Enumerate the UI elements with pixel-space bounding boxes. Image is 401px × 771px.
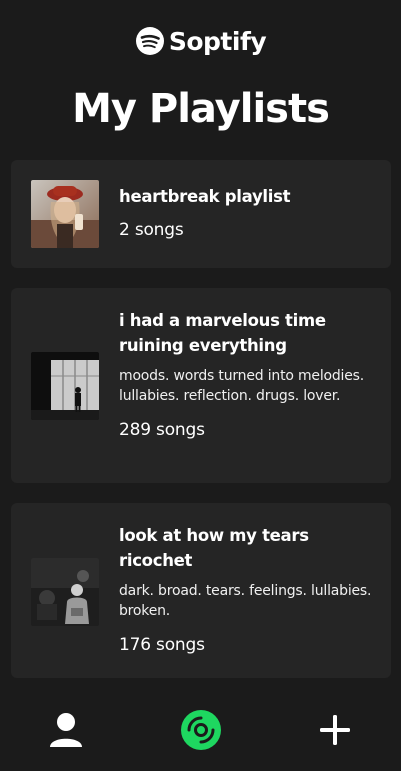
red-hat-portrait-cover (31, 180, 99, 248)
page-title: My Playlists (72, 86, 330, 132)
app-header: Soptify (0, 22, 401, 60)
silhouette-window-cover (31, 352, 99, 420)
vinyl-disc-icon (181, 710, 221, 750)
nav-profile-button[interactable] (44, 708, 88, 752)
playlist-title: i had a marvelous time ruining everythin… (119, 311, 326, 355)
spotify-logo-icon (135, 27, 164, 55)
playlist-description: moods. words turned into melodies. lulla… (119, 368, 365, 404)
playlist-cover-image (31, 352, 99, 420)
bottom-nav (0, 690, 401, 771)
nav-add-button[interactable] (313, 708, 357, 752)
playlist-song-count: 289 songs (119, 420, 205, 440)
dark-studio-cover (31, 558, 99, 626)
playlist-info: i had a marvelous time ruining everythin… (119, 308, 375, 442)
playlist-cover-image (31, 558, 99, 626)
user-icon (50, 713, 82, 747)
playlist-info: look at how my tears ricochet dark. broa… (119, 523, 375, 657)
playlist-title: heartbreak playlist (119, 187, 291, 206)
playlist-card[interactable]: look at how my tears ricochet dark. broa… (11, 503, 391, 678)
nav-playlists-button[interactable] (179, 708, 223, 752)
playlist-song-count: 2 songs (119, 220, 184, 240)
playlist-title: look at how my tears ricochet (119, 526, 309, 570)
app-name: Soptify (168, 26, 267, 56)
app-screen: Soptify My Playlists heartbreak playlist… (0, 0, 401, 771)
playlist-description: dark. broad. tears. feelings. lullabies.… (119, 583, 372, 619)
playlist-info: heartbreak playlist 2 songs (119, 184, 375, 242)
playlist-card[interactable]: heartbreak playlist 2 songs (11, 160, 391, 268)
playlist-card[interactable]: i had a marvelous time ruining everythin… (11, 288, 391, 483)
plus-icon (320, 715, 350, 745)
playlist-song-count: 176 songs (119, 635, 205, 655)
playlist-cover-image (31, 180, 99, 248)
